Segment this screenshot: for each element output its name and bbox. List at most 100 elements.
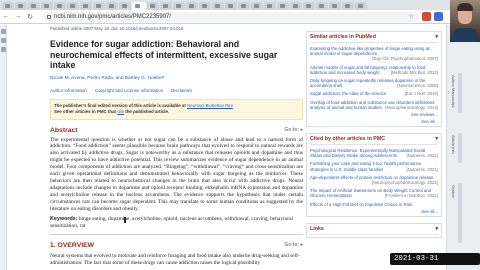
extension-icon[interactable] (434, 12, 443, 21)
toolbar-icon[interactable] (1, 38, 6, 43)
copyright-link[interactable]: Copyright and License information (95, 88, 163, 93)
browser-tab[interactable] (147, 2, 159, 10)
go-to-link[interactable]: Go to: ▸ (284, 127, 303, 134)
tab-favicon-icon (202, 4, 207, 8)
links-heading-text: Links (310, 225, 324, 232)
browser-tab[interactable] (67, 2, 79, 10)
back-arrow-icon[interactable]: ← (0, 13, 12, 20)
browser-tab[interactable] (277, 2, 289, 10)
toolbar-icon[interactable] (1, 47, 6, 52)
browser-tab[interactable] (212, 2, 224, 10)
tab-favicon-icon (5, 4, 10, 8)
overview-text: Neural systems that evolved to motivate … (50, 253, 300, 267)
panel-bar (458, 133, 462, 163)
article-link[interactable]: Effects of a High-Fat Diet on Impulsive … (310, 202, 412, 207)
browser-tab[interactable] (119, 2, 131, 10)
browser-tab[interactable] (93, 2, 105, 10)
browser-tab[interactable] (303, 2, 315, 10)
article-source: [Neuropsychopharmacology. 2021] (371, 180, 438, 186)
publisher-notice: The publisher's final edited version of … (50, 98, 303, 120)
similar-article-item[interactable]: Overlap of food addiction and substance … (310, 100, 438, 110)
browser-tab[interactable] (186, 2, 198, 10)
author-information-link[interactable]: Author information (50, 88, 87, 93)
browser-tab[interactable] (173, 2, 185, 10)
see-all-link[interactable]: See all... (310, 209, 438, 214)
tab-favicon-icon (241, 4, 246, 8)
similar-article-item[interactable]: Daily bingeing on sugar repeatedly relea… (310, 78, 438, 88)
similar-articles-heading: Similar articles in PubMed ▾ (310, 34, 438, 43)
tab-favicon-icon (176, 4, 181, 8)
browser-tab[interactable] (264, 2, 276, 10)
bookmark-star-icon[interactable]: ☆ (409, 12, 414, 22)
cited-article-item[interactable]: Age-dependent effects of protein restric… (310, 175, 438, 185)
see-reviews-link[interactable]: See reviews... (310, 112, 438, 117)
article-source: [Methods Mol Biol. 2012] (390, 69, 438, 75)
article-link[interactable]: Forbidding your cake and eating it too: … (310, 161, 421, 171)
see-all-link[interactable]: See all... (310, 119, 438, 124)
browser-tab[interactable] (225, 2, 237, 10)
browser-tab[interactable] (54, 2, 66, 10)
browser-tab[interactable] (316, 2, 328, 10)
collapse-icon[interactable]: ▾ (435, 34, 438, 40)
cited-article-item[interactable]: Forbidding your cake and eating it too: … (310, 161, 438, 171)
published-label: Published online 2007 May 18. doi: (50, 26, 120, 31)
author-manuscript-label[interactable]: Author Manuscript (450, 75, 456, 107)
collapse-icon[interactable]: ▾ (435, 136, 438, 142)
browser-tab[interactable] (238, 2, 250, 10)
disclaimer-link[interactable]: Disclaimer (171, 88, 192, 93)
keywords-label: Keywords: (50, 216, 78, 223)
forward-arrow-icon[interactable]: → (12, 13, 24, 20)
browser-tab[interactable] (329, 2, 341, 10)
similar-article-item[interactable]: Examining the addictive-like properties … (310, 46, 438, 62)
url-bar[interactable]: ncbi.nlm.nih.gov/pmc/articles/PMC2235907… (44, 12, 419, 22)
similar-article-item[interactable]: Animal models of sugar and fat bingeing:… (310, 65, 438, 75)
abstract-heading-row: Abstract Go to: ▸ (50, 127, 303, 134)
person-hair (457, 3, 473, 11)
browser-tab[interactable] (160, 2, 172, 10)
browser-tab[interactable] (28, 2, 40, 10)
browser-tab[interactable] (2, 2, 14, 10)
browser-tab[interactable] (355, 2, 367, 10)
outline-label[interactable]: Outline (450, 185, 456, 198)
article-info-label[interactable]: Article Info (450, 135, 456, 154)
article-link[interactable]: Age-dependent effects of protein restric… (310, 175, 433, 180)
article-link[interactable]: Examining the addictive-like properties … (310, 46, 430, 56)
article-link[interactable]: Sugar addiction: the state of the scienc… (310, 91, 388, 96)
keywords: Keywords: binge eating, dopamine, acetyl… (50, 216, 303, 230)
cited-article-item[interactable]: The Impact of Artificial Sweeteners on B… (310, 188, 438, 198)
overview-heading-row: 1. OVERVIEW Go to: ▸ (50, 242, 303, 249)
collapse-icon[interactable]: ▾ (435, 226, 438, 232)
publication-info: Published online 2007 May 18. doi: 10.10… (50, 26, 303, 31)
article-main: Published online 2007 May 18. doi: 10.10… (50, 25, 303, 270)
doi-link[interactable]: 10.1016/j.neubiorev.2007.04.019 (120, 26, 184, 31)
journal-link[interactable]: Neurosci Biobehav Rev (187, 103, 233, 108)
browser-tab[interactable] (80, 2, 92, 10)
tab-favicon-icon (228, 4, 233, 8)
extension-icon[interactable] (422, 12, 431, 21)
browser-tab[interactable] (251, 2, 263, 10)
tab-favicon-icon (293, 4, 298, 8)
toolbar-icon[interactable] (1, 29, 6, 34)
browser-tab-active[interactable] (132, 2, 146, 10)
similar-article-item[interactable]: Sugar addiction: the state of the scienc… (310, 91, 438, 96)
tab-favicon-icon (306, 4, 311, 8)
article-source: [Nutrients. 2021] (406, 166, 438, 172)
browser-tab[interactable] (41, 2, 53, 10)
tab-favicon-icon (358, 4, 363, 8)
authors-list[interactable]: Nicole M. Avena, Pedro Rada, and Bartley… (50, 76, 303, 81)
cited-article-item[interactable]: Effects of a High-Fat Diet on Impulsive … (310, 202, 438, 207)
tab-favicon-icon (345, 4, 350, 8)
reload-icon[interactable]: ↻ (24, 13, 36, 21)
browser-tab[interactable] (199, 2, 211, 10)
browser-tab[interactable] (15, 2, 27, 10)
cited-article-item[interactable]: Psychological Resilience: Experimentally… (310, 148, 438, 158)
overview-heading: 1. OVERVIEW (50, 242, 95, 250)
article-source: [Neuropharmacology. 2014] (385, 104, 438, 110)
browser-tab[interactable] (106, 2, 118, 10)
go-to-link[interactable]: Go to: ▸ (284, 242, 303, 249)
browser-tab[interactable] (290, 2, 302, 10)
browser-tab[interactable] (342, 2, 354, 10)
person-shirt (452, 28, 478, 42)
tab-favicon-icon (280, 4, 285, 8)
tab-favicon-icon (135, 4, 140, 8)
